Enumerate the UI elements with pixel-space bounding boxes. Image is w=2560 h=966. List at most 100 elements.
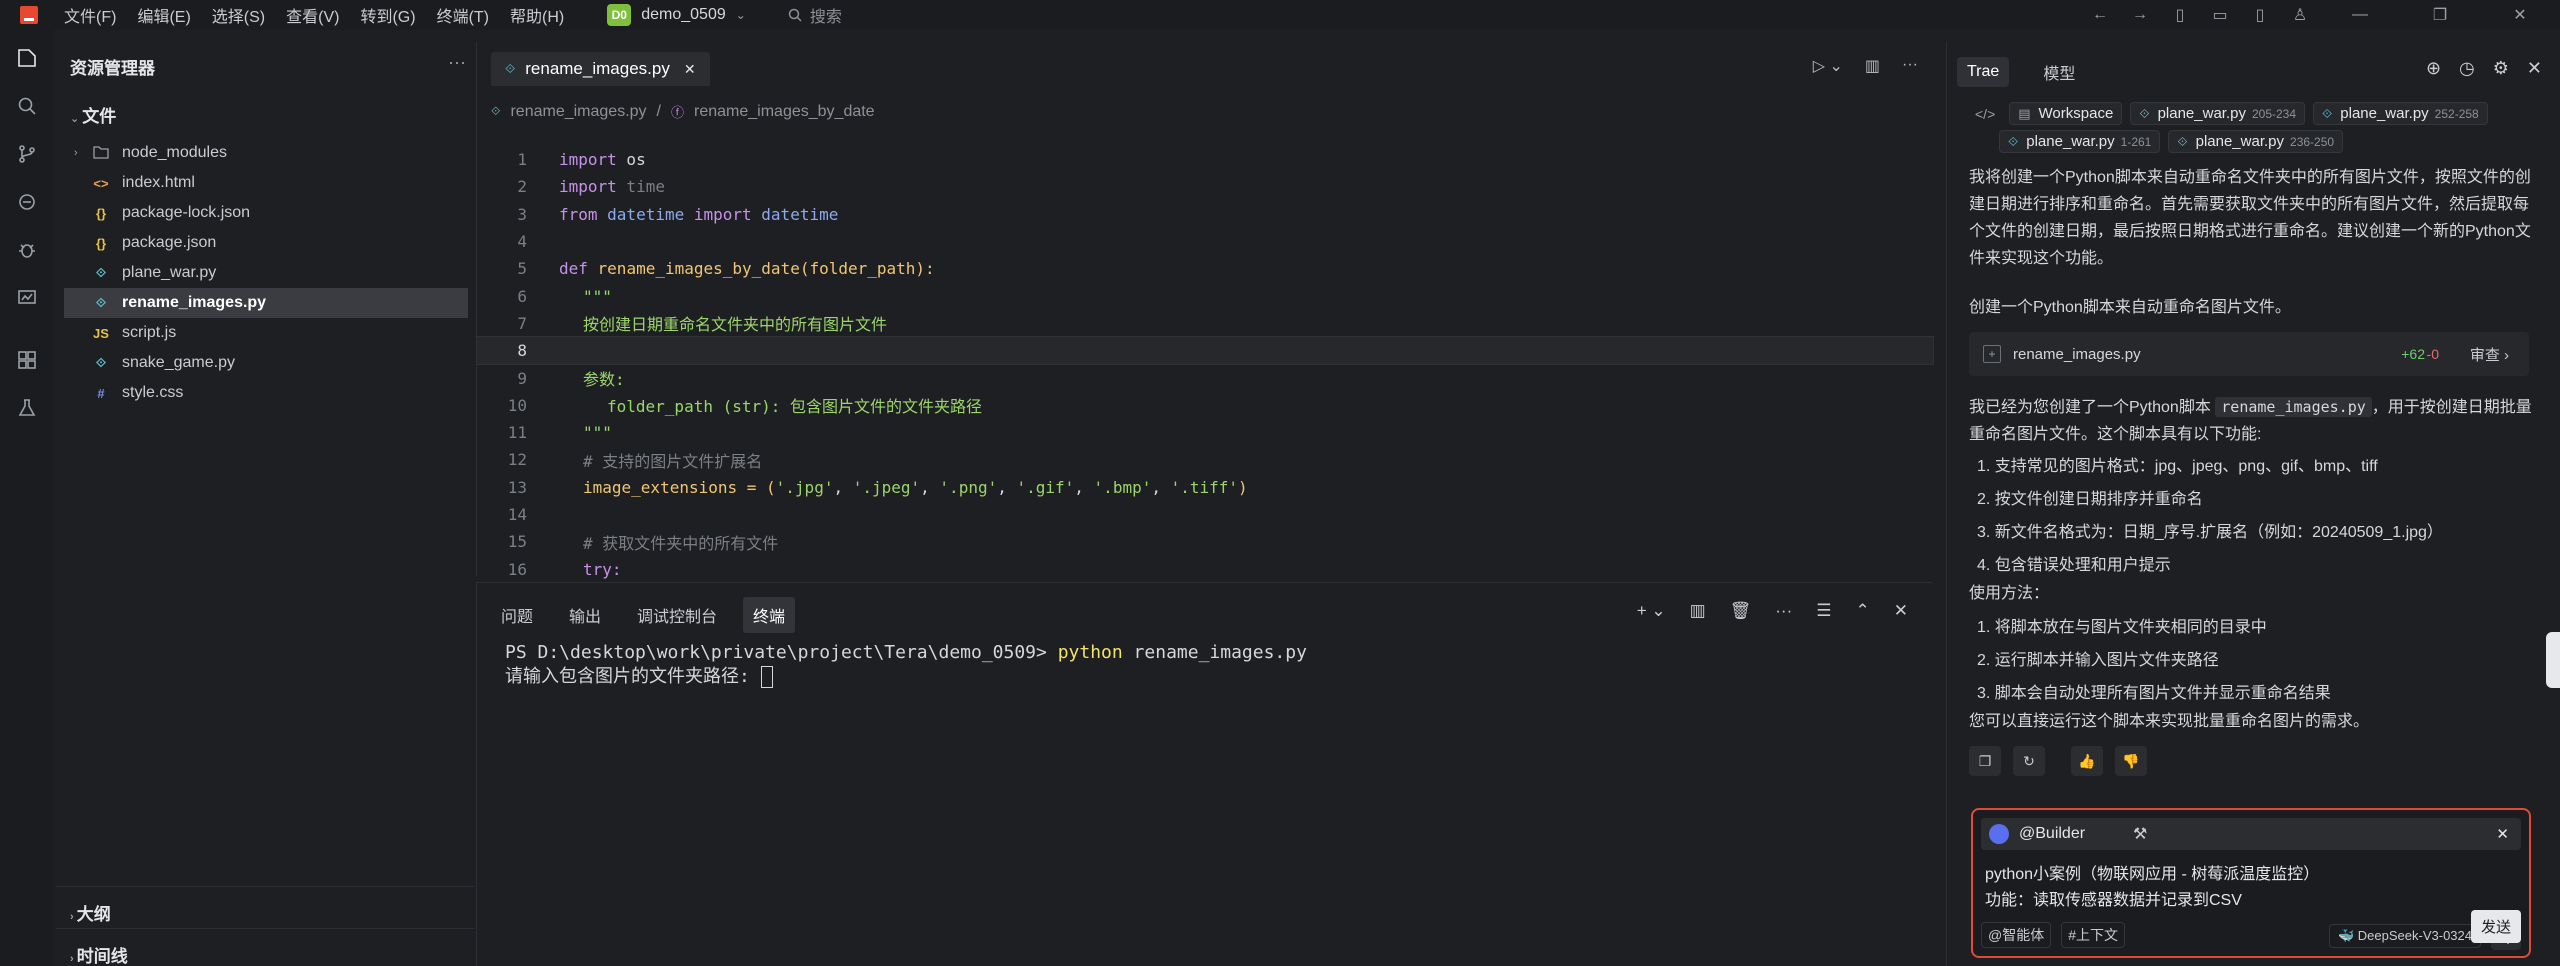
restore-icon[interactable]: ❐	[2400, 5, 2480, 25]
python-icon: ⟐	[2008, 133, 2019, 149]
line-number: 11	[507, 423, 527, 443]
context-chip[interactable]: ⟐ plane_war.py 1-261	[1999, 130, 2161, 153]
minimize-icon[interactable]: —	[2320, 6, 2400, 24]
tab-model[interactable]: 模型	[2033, 54, 2085, 90]
tab-terminal[interactable]: 终端	[743, 597, 796, 633]
file-change-name: rename_images.py	[2013, 345, 2141, 363]
regenerate-icon[interactable]: ↻	[2013, 746, 2045, 776]
toggle-secondary-sidebar-icon[interactable]: ▯	[2240, 5, 2280, 25]
more-actions-icon[interactable]: ···	[448, 52, 466, 73]
project-switcher[interactable]: D0 demo_0509 ⌄	[607, 4, 746, 26]
explorer-title: 资源管理器	[70, 59, 155, 78]
context-chip[interactable]: ⟐ plane_war.py 252-258	[2313, 102, 2488, 125]
new-chat-icon[interactable]: ⊕	[2426, 58, 2441, 79]
close-panel-icon[interactable]: ✕	[1894, 601, 1908, 621]
review-button[interactable]: 审查 ›	[2470, 344, 2509, 365]
agent-picker-button[interactable]: @智能体	[1981, 922, 2052, 948]
menu-terminal[interactable]: 终端(T)	[437, 3, 489, 27]
remote-icon[interactable]	[0, 178, 54, 226]
thumbs-up-icon[interactable]: 👍	[2071, 746, 2103, 776]
html-icon: <>	[93, 175, 109, 191]
new-terminal-icon[interactable]: + ⌄	[1637, 601, 1666, 621]
context-picker-button[interactable]: #上下文	[2061, 922, 2126, 948]
code-editor[interactable]: 1 import os 2 import time 3 from datetime i…	[476, 146, 1934, 583]
tool-icon[interactable]: ⚒	[2133, 824, 2147, 844]
chip-label: plane_war.py	[2195, 133, 2285, 150]
toggle-sidebar-icon[interactable]: ▯	[2160, 5, 2200, 25]
menu-help[interactable]: 帮助(H)	[510, 3, 564, 27]
resize-handle[interactable]	[2546, 632, 2560, 688]
more-actions-icon[interactable]: ···	[1775, 601, 1792, 621]
workspace-icon: ▤	[2018, 105, 2031, 121]
section-timeline-header[interactable]: › 时间线	[70, 942, 128, 966]
panel-settings-icon[interactable]: ☰	[1816, 601, 1831, 621]
search-icon[interactable]	[0, 82, 54, 130]
split-editor-icon[interactable]: ▥	[1865, 56, 1880, 76]
toggle-panel-icon[interactable]: ▭	[2200, 5, 2240, 25]
preview-icon[interactable]	[0, 274, 54, 322]
maximize-panel-icon[interactable]: ⌃	[1856, 601, 1870, 621]
tab-rename-images[interactable]: ⟐ rename_images.py ✕	[491, 52, 710, 86]
testing-flask-icon[interactable]	[0, 384, 54, 432]
tree-item-snake-game[interactable]: ⟐ snake_game.py	[64, 348, 468, 378]
run-icon[interactable]: ▷ ⌄	[1813, 56, 1843, 76]
command-search[interactable]: 搜索	[788, 3, 842, 27]
tree-item-package-json[interactable]: {} package.json	[64, 228, 468, 258]
debug-icon[interactable]	[0, 226, 54, 274]
tab-trae[interactable]: Trae	[1957, 57, 2010, 87]
tab-debug-console[interactable]: 调试控制台	[627, 597, 727, 633]
file-change-card[interactable]: + rename_images.py +62 -0 审查 ›	[1969, 332, 2529, 376]
thumbs-down-icon[interactable]: 👎	[2115, 746, 2147, 776]
breadcrumb-symbol[interactable]: rename_images_by_date	[694, 103, 875, 121]
breadcrumb-file[interactable]: rename_images.py	[510, 103, 646, 121]
tree-item-plane-war[interactable]: ⟐ plane_war.py	[64, 258, 468, 288]
close-tab-icon[interactable]: ✕	[684, 61, 696, 78]
code-line: 10 folder_path (str): 包含图片文件的文件夹路径	[477, 392, 1933, 419]
context-chip-workspace[interactable]: ▤ Workspace	[2009, 102, 2123, 125]
code-line: 5 def rename_images_by_date (folder_path):	[477, 255, 1933, 282]
terminal-output[interactable]: PS D:\desktop\work\private\project\Tera\…	[505, 641, 1307, 689]
account-icon[interactable]: ♙	[2280, 5, 2320, 25]
menu-view[interactable]: 查看(V)	[286, 3, 339, 27]
line-number: 3	[517, 204, 527, 224]
extensions-icon[interactable]	[0, 336, 54, 384]
tab-output[interactable]: 输出	[559, 597, 611, 633]
section-outline-header[interactable]: › 大纲	[70, 900, 111, 925]
tree-item-style-css[interactable]: # style.css	[64, 378, 468, 408]
chat-composer[interactable]: @Builder ⚒ ✕ python小案例（物联网应用 - 树莓派温度监控） …	[1971, 808, 2531, 958]
context-chip[interactable]: ⟐ plane_war.py 205-234	[2130, 102, 2306, 125]
source-control-icon[interactable]	[0, 130, 54, 178]
tree-item-package-lock[interactable]: {} package-lock.json	[64, 198, 468, 228]
settings-gear-icon[interactable]: ⚙	[2493, 58, 2509, 79]
prompt-input[interactable]: python小案例（物联网应用 - 树莓派温度监控） 功能：读取传感器数据并记录…	[1985, 862, 2319, 914]
code-token: # 获取文件夹中的所有文件	[583, 533, 779, 553]
trash-icon[interactable]: 🗑	[1730, 601, 1752, 621]
terminal-line: PS D:\desktop\work\private\project\Tera\…	[505, 641, 1307, 665]
tree-item-script-js[interactable]: JS script.js	[64, 318, 468, 348]
copy-icon[interactable]: ❐	[1969, 746, 2001, 776]
usage-list: 1. 将脚本放在与图片文件夹相同的目录中 2. 运行脚本并输入图片文件夹路径 3…	[1969, 608, 2331, 707]
split-terminal-icon[interactable]: ▥	[1690, 601, 1706, 621]
back-arrow-icon[interactable]: ←	[2080, 6, 2120, 24]
line-number: 4	[517, 232, 527, 252]
tree-item-node-modules[interactable]: › node_modules	[64, 138, 468, 168]
tab-problems[interactable]: 问题	[491, 597, 543, 633]
python-icon: ⟐	[2322, 105, 2333, 121]
menu-file[interactable]: 文件(F)	[64, 3, 116, 27]
more-actions-icon[interactable]: ···	[1902, 56, 1918, 76]
context-chip[interactable]: ⟐ plane_war.py 236-250	[2168, 130, 2344, 153]
menu-selection[interactable]: 选择(S)	[212, 3, 265, 27]
tree-item-index-html[interactable]: <> index.html	[64, 168, 468, 198]
history-icon[interactable]: ◷	[2459, 58, 2475, 79]
close-icon[interactable]: ✕	[2527, 58, 2542, 79]
forward-arrow-icon[interactable]: →	[2120, 6, 2160, 24]
tree-item-rename-images[interactable]: ⟐ rename_images.py	[64, 288, 468, 318]
model-selector[interactable]: 🐳 DeepSeek-V3-0324	[2328, 924, 2481, 948]
section-files-header[interactable]: ⌄ 文件	[70, 102, 116, 127]
explorer-icon[interactable]	[0, 34, 54, 82]
close-icon[interactable]: ✕	[2496, 825, 2509, 843]
code-token: '.gif'	[1016, 477, 1075, 497]
menu-go[interactable]: 转到(G)	[360, 3, 415, 27]
menu-edit[interactable]: 编辑(E)	[137, 3, 190, 27]
close-window-icon[interactable]: ✕	[2480, 5, 2560, 25]
